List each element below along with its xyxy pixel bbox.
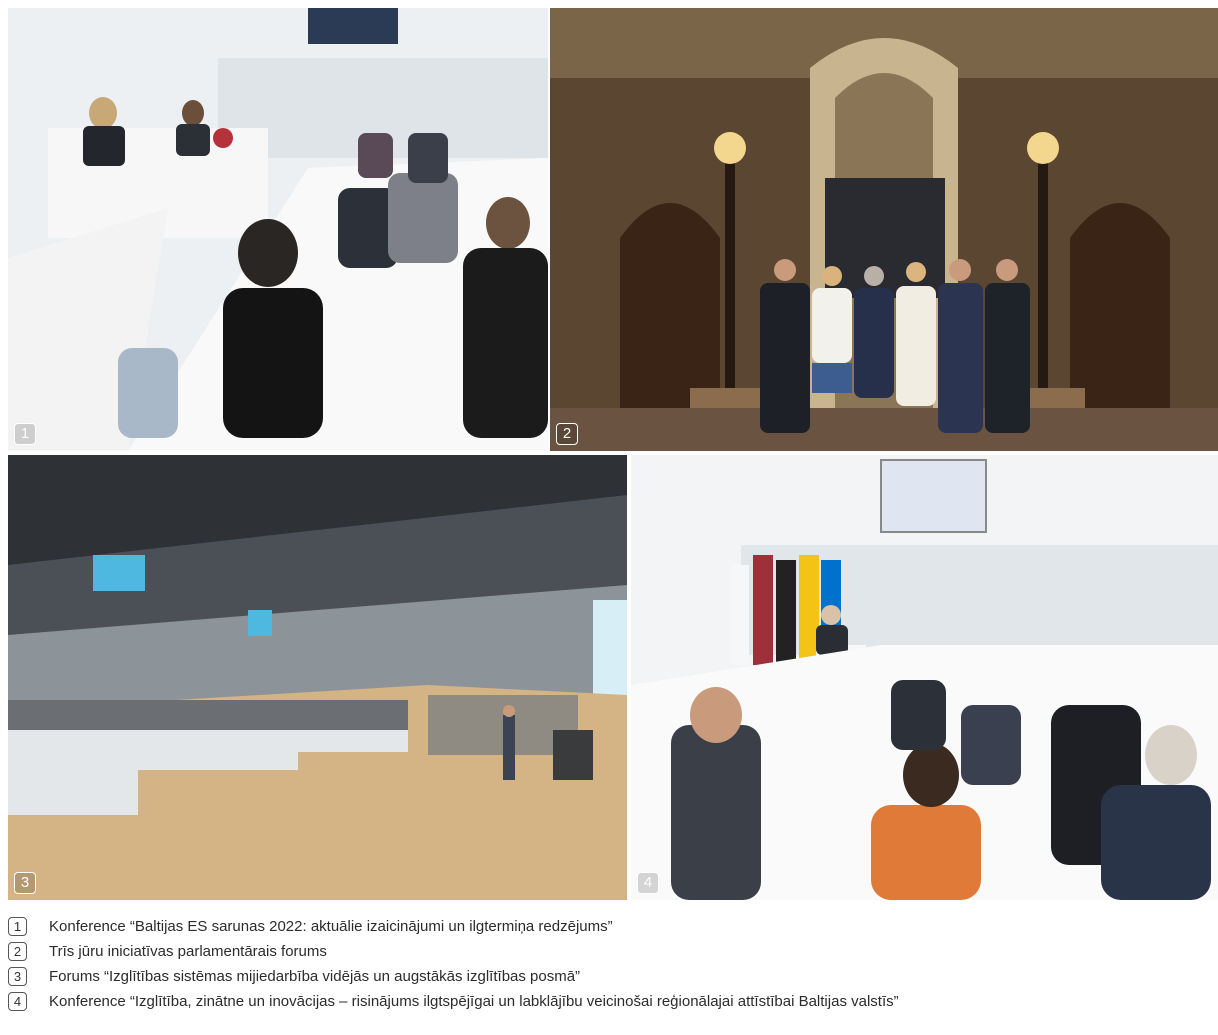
photo-1-scene	[8, 8, 548, 451]
photo-conference-baltic-eu-talks: 1	[8, 8, 548, 451]
caption-number-badge: 2	[8, 941, 27, 961]
caption-list: 1 Konference “Baltijas ES sarunas 2022: …	[8, 914, 1208, 1014]
caption-text: Trīs jūru iniciatīvas parlamentārais for…	[49, 942, 327, 960]
photo-number-badge: 3	[14, 872, 36, 894]
photo-4-scene	[631, 455, 1218, 900]
caption-item: 4 Konference “Izglītība, zinātne un inov…	[8, 989, 1208, 1013]
caption-item: 3 Forums “Izglītības sistēmas mijiedarbī…	[8, 964, 1208, 988]
photo-education-systems-forum: 3	[8, 455, 627, 900]
photo-3-scene	[8, 455, 627, 900]
caption-item: 2 Trīs jūru iniciatīvas parlamentārais f…	[8, 939, 1208, 963]
caption-text: Forums “Izglītības sistēmas mijiedarbība…	[49, 967, 581, 985]
caption-text: Konference “Izglītība, zinātne un inovāc…	[49, 992, 899, 1010]
caption-number-badge: 3	[8, 966, 27, 986]
photo-education-science-innovation-conference: 4	[631, 455, 1218, 900]
caption-number-badge: 1	[8, 916, 27, 936]
caption-number-badge: 4	[8, 991, 27, 1011]
caption-text: Konference “Baltijas ES sarunas 2022: ak…	[49, 917, 613, 935]
photo-number-badge: 2	[556, 423, 578, 445]
photo-2-scene	[550, 8, 1218, 451]
photo-number-badge: 1	[14, 423, 36, 445]
photo-number-badge: 4	[637, 872, 659, 894]
photo-three-seas-forum: 2	[550, 8, 1218, 451]
caption-item: 1 Konference “Baltijas ES sarunas 2022: …	[8, 914, 1208, 938]
